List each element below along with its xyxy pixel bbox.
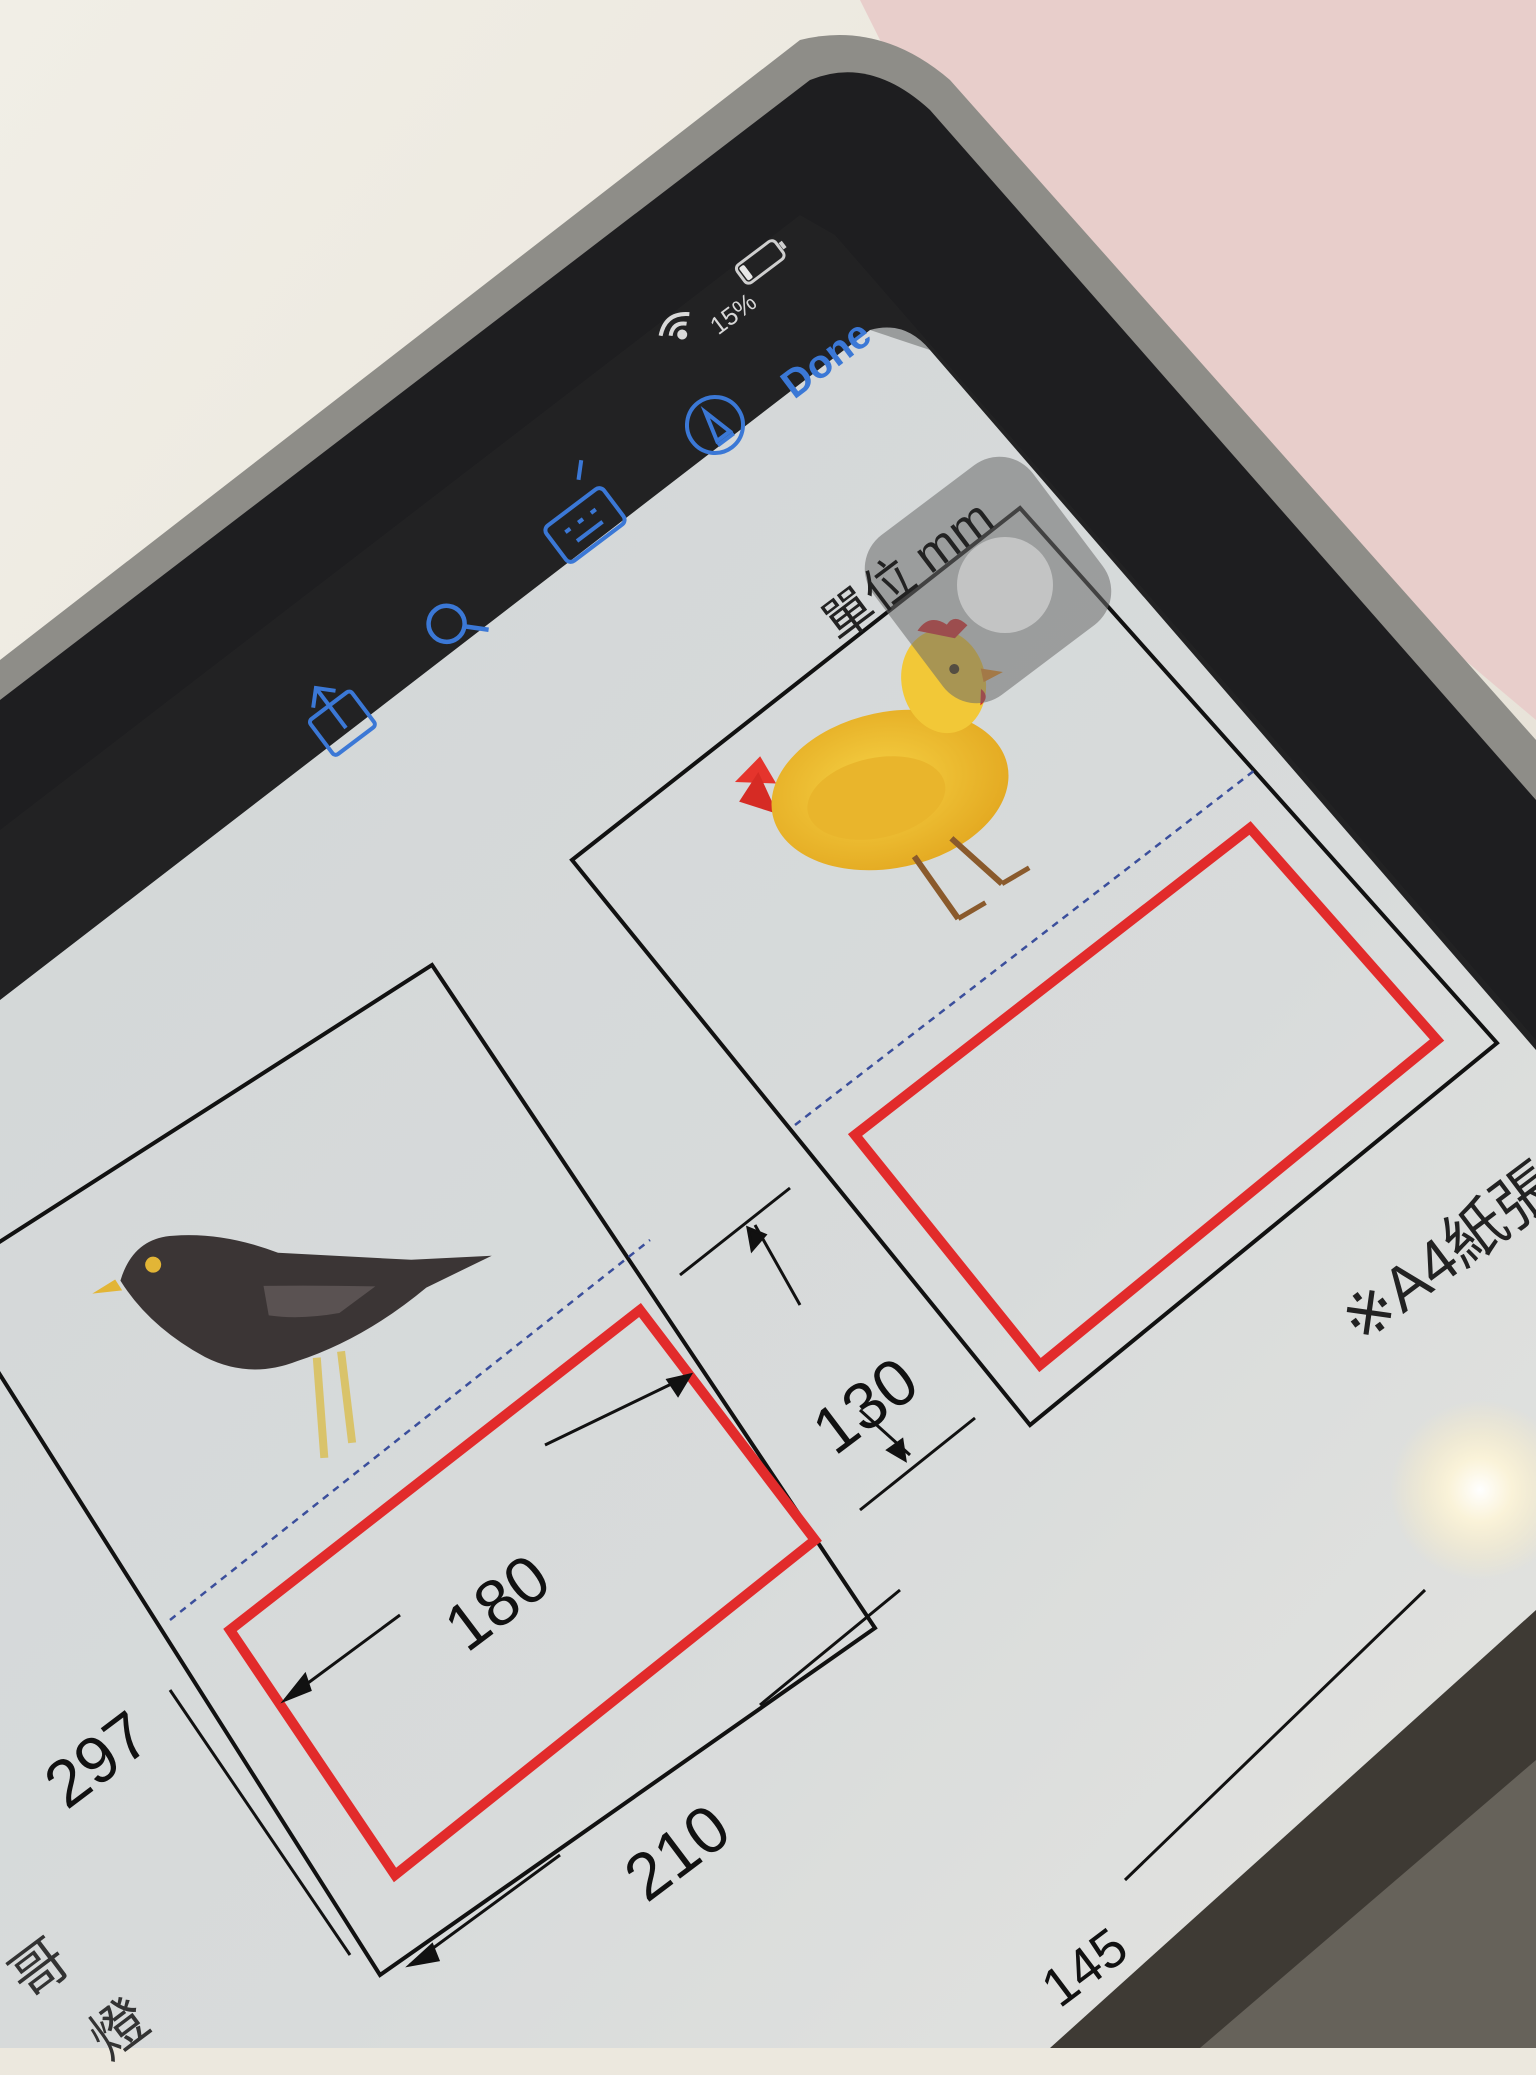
photo-scene — [0, 0, 1536, 2048]
